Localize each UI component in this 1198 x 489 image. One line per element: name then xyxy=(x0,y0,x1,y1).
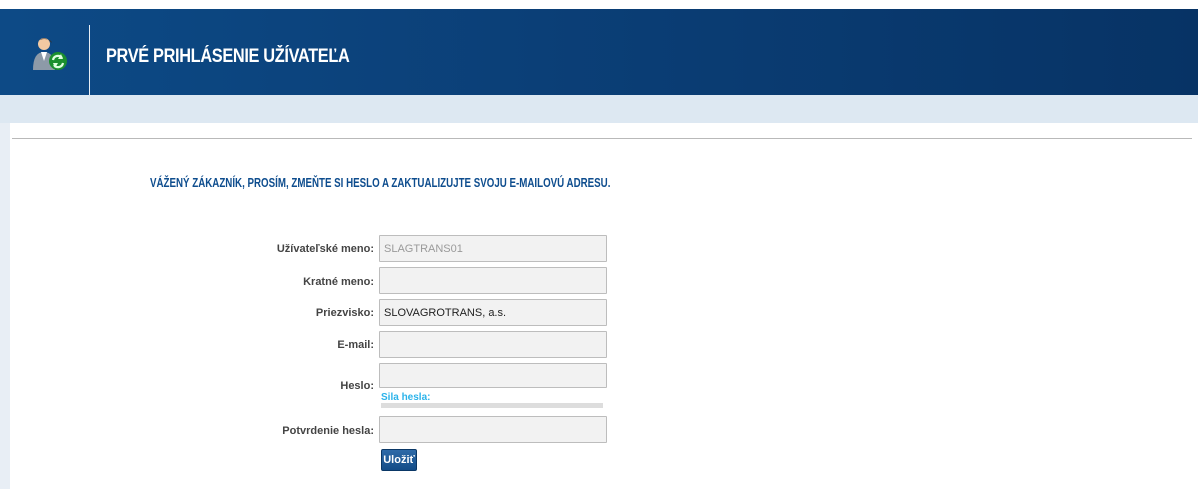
header-bar: PRVÉ PRIHLÁSENIE UŽÍVATEĽA xyxy=(0,9,1198,97)
content-left-edge xyxy=(0,123,10,489)
password-label: Heslo: xyxy=(340,380,374,392)
first-name-label: Kratné meno: xyxy=(303,276,374,288)
header-subbar xyxy=(0,95,1198,123)
username-label: Užívateľské meno: xyxy=(276,243,374,255)
top-strip xyxy=(0,0,1198,9)
header-divider xyxy=(89,25,90,97)
email-field[interactable] xyxy=(379,331,607,358)
email-label: E-mail: xyxy=(337,339,374,351)
last-name-field[interactable] xyxy=(379,299,607,326)
user-refresh-icon xyxy=(32,37,68,71)
divider-line xyxy=(12,138,1192,139)
password-confirm-field[interactable] xyxy=(379,416,607,443)
page-title: PRVÉ PRIHLÁSENIE UŽÍVATEĽA xyxy=(106,46,350,67)
first-name-field[interactable] xyxy=(379,267,607,294)
notice-text: VÁŽENÝ ZÁKAZNÍK, PROSÍM, ZMEŇTE SI HESLO… xyxy=(150,176,611,190)
last-name-label: Priezvisko: xyxy=(315,307,374,319)
password-strength-label: Sila hesla: xyxy=(381,392,431,403)
password-field[interactable] xyxy=(379,363,607,388)
password-confirm-label: Potvrdenie hesla: xyxy=(282,425,374,437)
username-field[interactable] xyxy=(379,235,607,262)
save-button[interactable]: Uložiť xyxy=(381,449,417,471)
password-strength-bar xyxy=(381,403,603,408)
